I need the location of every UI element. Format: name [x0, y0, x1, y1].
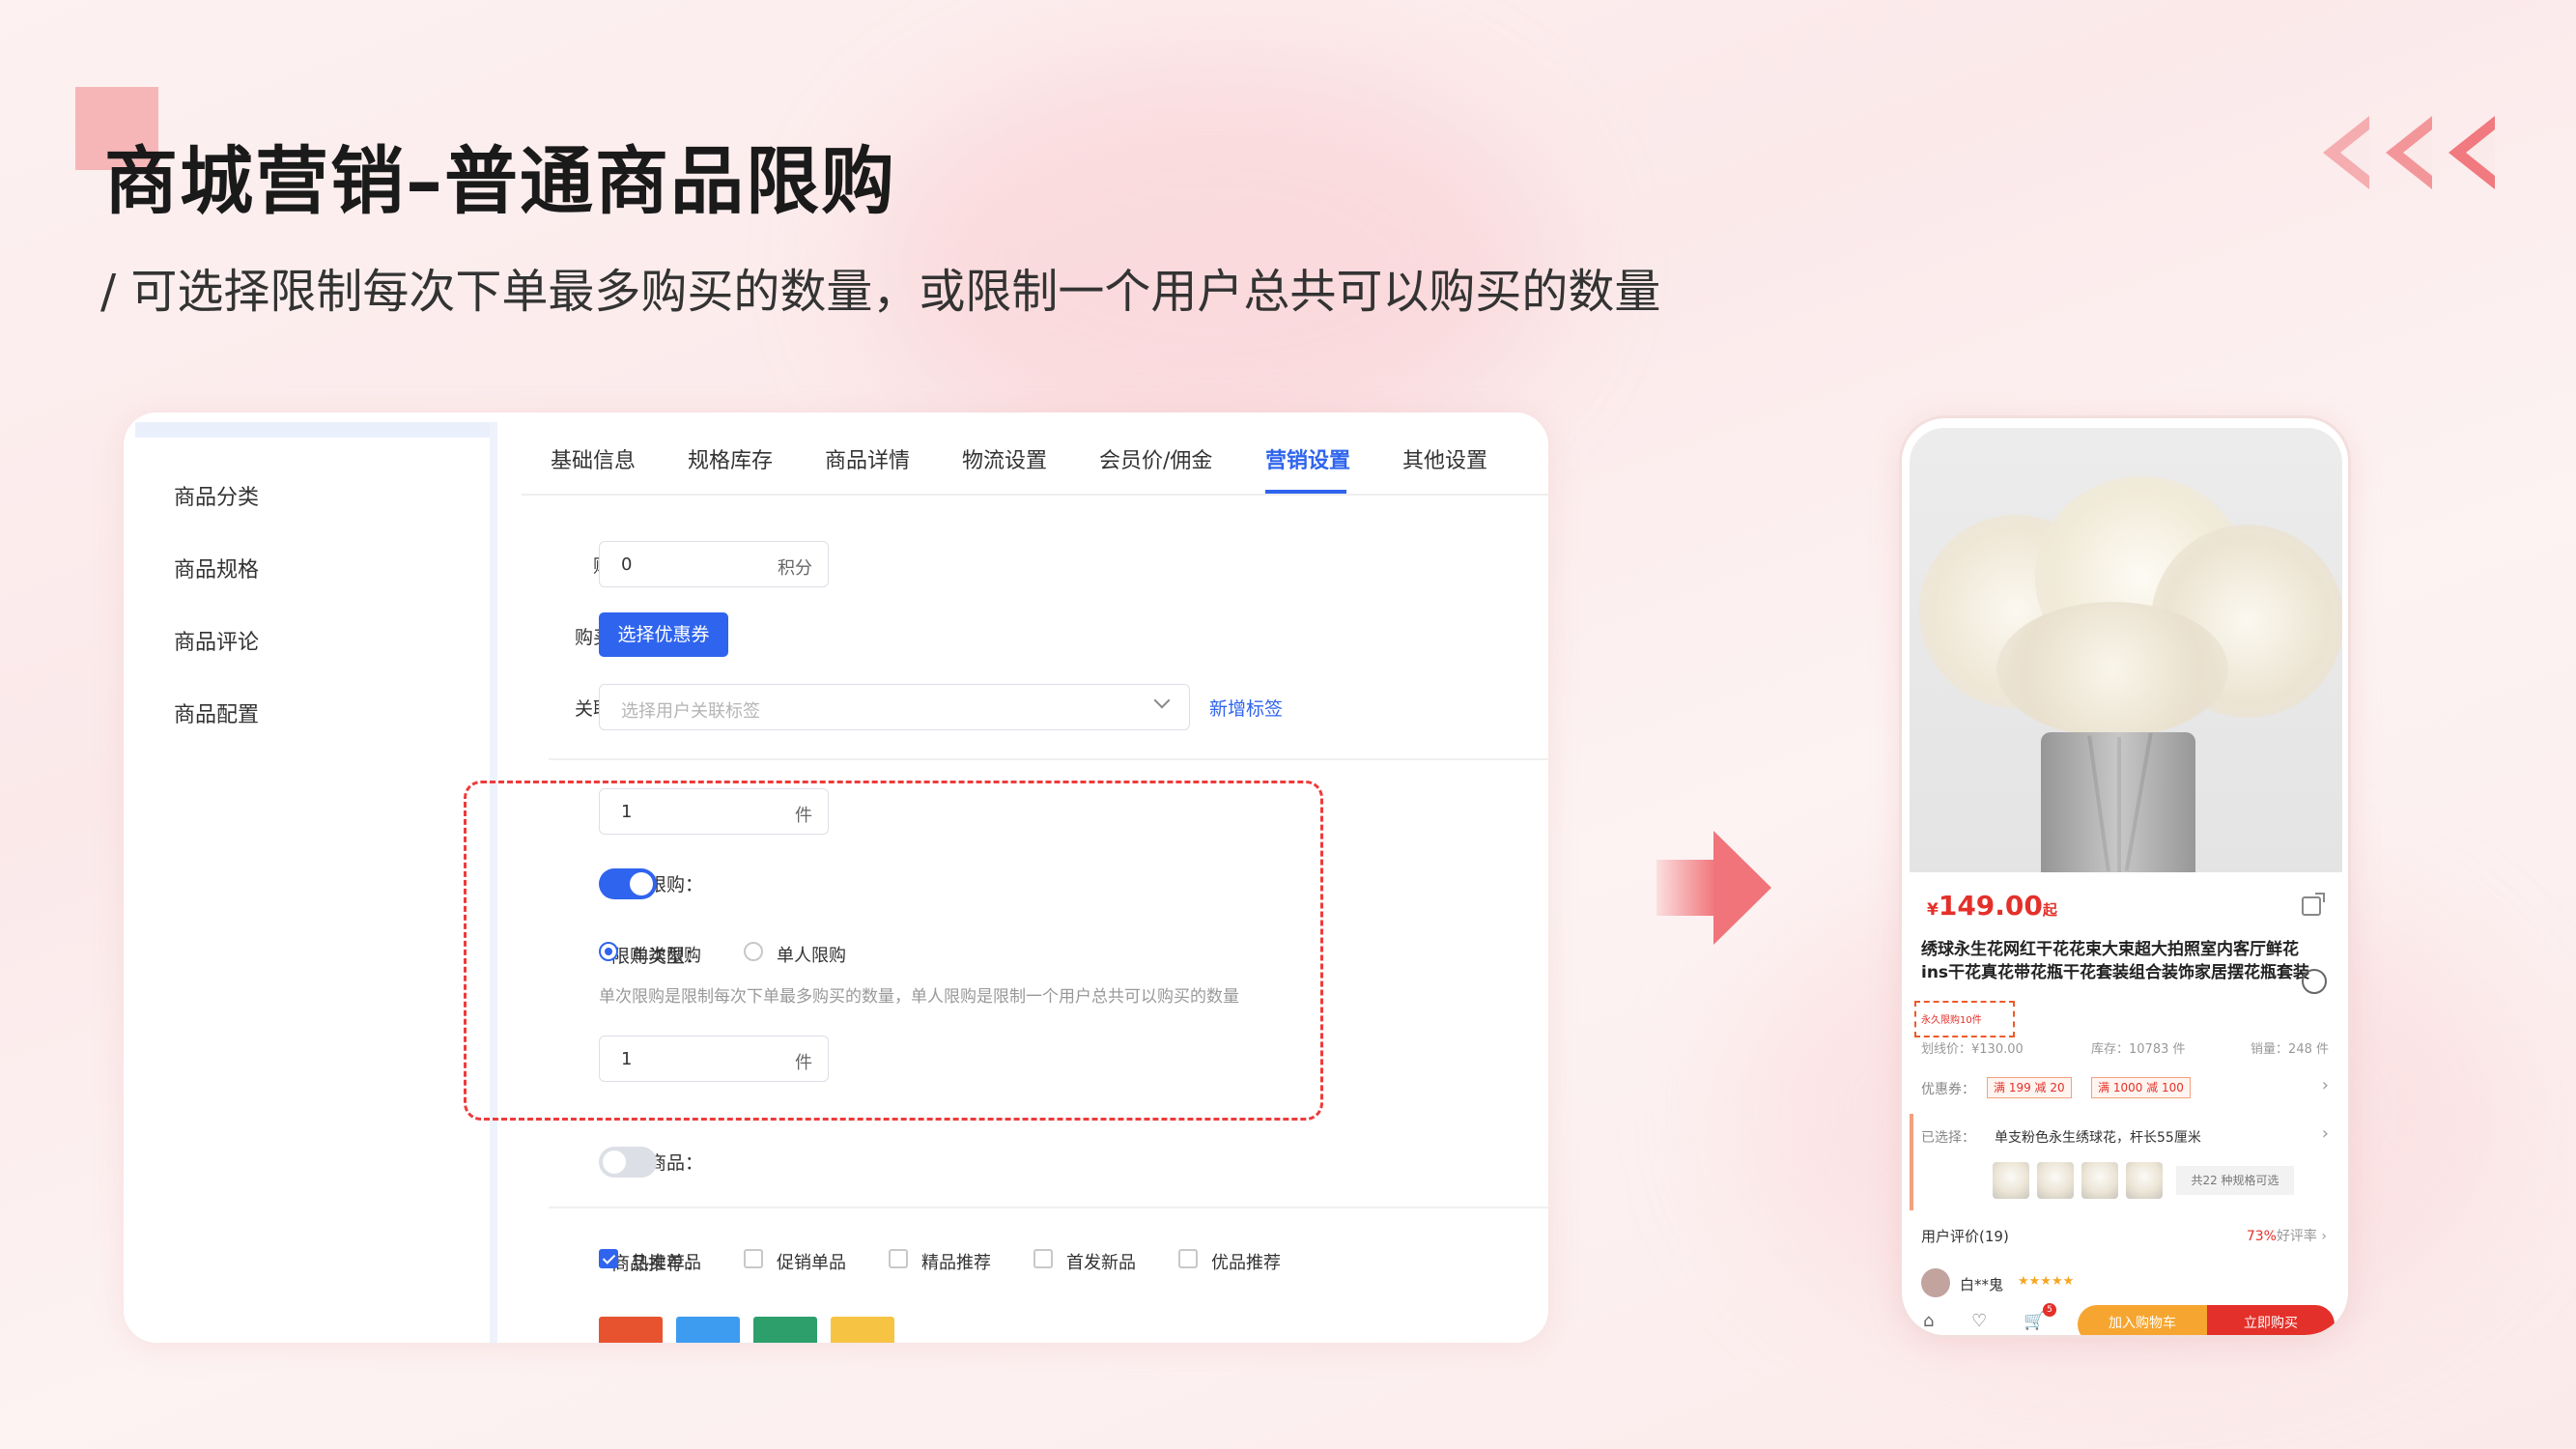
min-qty-value: 1: [621, 802, 633, 822]
original-price: 划线价：¥130.00: [1921, 1042, 2024, 1057]
option-hot-item[interactable]: 热卖单品: [632, 1249, 701, 1274]
share-icon[interactable]: [2302, 893, 2325, 916]
heart-icon[interactable]: ♡: [1971, 1311, 1987, 1331]
star-rating: ★★★★★: [2018, 1274, 2075, 1289]
sidebar-item-config[interactable]: 商品配置: [135, 679, 490, 752]
checkbox-quality[interactable]: [1178, 1249, 1198, 1268]
buy-now-button[interactable]: 立即购买: [2207, 1305, 2335, 1335]
rating[interactable]: 73%好评率 ›: [2247, 1226, 2327, 1245]
chevron-down-icon: [1153, 692, 1171, 709]
tab-member-price[interactable]: 会员价/佣金: [1099, 443, 1212, 474]
cart-icon[interactable]: 🛒: [2024, 1311, 2045, 1331]
chevron-right-icon[interactable]: ›: [2322, 1075, 2329, 1095]
option-quality[interactable]: 优品推荐: [1211, 1249, 1281, 1274]
chevron-right-icon[interactable]: ›: [2322, 1123, 2329, 1144]
tab-spec-stock[interactable]: 规格库存: [688, 443, 773, 474]
coupon-row-label: 优惠券：: [1921, 1082, 1975, 1097]
tab-other[interactable]: 其他设置: [1402, 443, 1487, 474]
section-divider: [549, 758, 1548, 760]
selected-label: 已选择：: [1921, 1130, 1975, 1146]
checkbox-boutique[interactable]: [889, 1249, 908, 1268]
stock: 库存：10783 件: [2091, 1042, 2186, 1057]
sidebar-item-spec[interactable]: 商品规格: [135, 534, 490, 607]
chevron-left-icon: [2449, 116, 2495, 189]
limit-qty-input[interactable]: 1 件: [599, 1036, 829, 1082]
spec-thumbnail[interactable]: [2037, 1162, 2074, 1199]
min-qty-unit: 件: [795, 806, 812, 826]
tab-basic-info[interactable]: 基础信息: [551, 443, 636, 474]
activity-color-red[interactable]: [599, 1317, 663, 1343]
product-image: [1910, 428, 2342, 872]
activity-color-green[interactable]: [753, 1317, 817, 1343]
checkbox-hot-item[interactable]: [599, 1249, 618, 1268]
selected-accent-bar: [1910, 1114, 1913, 1210]
tab-bar: 基础信息 规格库存 商品详情 物流设置 会员价/佣金 营销设置 其他设置: [522, 412, 1548, 496]
add-to-cart-button[interactable]: 加入购物车: [2078, 1305, 2207, 1335]
user-tag-placeholder: 选择用户关联标签: [621, 701, 760, 722]
limit-qty-unit: 件: [795, 1053, 812, 1073]
selected-value: 单支粉色永生绣球花，杆长55厘米: [1995, 1130, 2201, 1146]
sidebar-top-bar: [135, 422, 490, 438]
tab-marketing[interactable]: 营销设置: [1265, 443, 1350, 474]
spec-count[interactable]: 共22 种规格可选: [2176, 1166, 2294, 1195]
active-tab-indicator: [1265, 490, 1346, 494]
presale-toggle[interactable]: [599, 1147, 657, 1178]
option-boutique[interactable]: 精品推荐: [921, 1249, 991, 1274]
coupon-chip[interactable]: 满 199 减 20: [1987, 1077, 2072, 1098]
limit-type-hint: 单次限购是限制每次下单最多购买的数量，单人限购是限制一个用户总共可以购买的数量: [599, 987, 1239, 1007]
product-price: ¥149.00起: [1927, 890, 2057, 922]
page-title: 商城营销–普通商品限购: [104, 138, 896, 224]
sidebar-item-review[interactable]: 商品评论: [135, 607, 490, 679]
arrow-right-bar: [1656, 860, 1716, 916]
spec-thumbnail[interactable]: [2126, 1162, 2163, 1199]
avatar: [1921, 1268, 1950, 1297]
select-coupon-button[interactable]: 选择优惠券: [599, 612, 728, 657]
product-title: 绣球永生花网红干花花束大束超大拍照室内客厅鲜花ins干花真花带花瓶干花套装组合装…: [1921, 940, 2310, 982]
radio-single-user[interactable]: [744, 942, 763, 961]
sidebar: 商品分类 商品规格 商品评论 商品配置: [135, 422, 497, 1343]
add-tag-link[interactable]: 新增标签: [1209, 695, 1283, 721]
spec-thumbnail[interactable]: [2081, 1162, 2118, 1199]
review-label[interactable]: 用户评价(19): [1921, 1226, 2009, 1246]
limit-qty-value: 1: [621, 1049, 633, 1069]
sidebar-item-category[interactable]: 商品分类: [135, 462, 490, 534]
admin-panel: 商品分类 商品规格 商品评论 商品配置 基础信息 规格库存 商品详情 物流设置 …: [124, 412, 1548, 1343]
option-new-release[interactable]: 首发新品: [1066, 1249, 1136, 1274]
coupon-chip[interactable]: 满 1000 减 100: [2091, 1077, 2191, 1098]
sales: 销量：248 件: [2250, 1042, 2329, 1057]
spec-thumbnail[interactable]: [1993, 1162, 2029, 1199]
option-single-user[interactable]: 单人限购: [777, 942, 846, 967]
checkbox-new-release[interactable]: [1033, 1249, 1053, 1268]
phone-mockup: ¥149.00起 绣球永生花网红干花花束大束超大拍照室内客厅鲜花ins干花真花带…: [1899, 415, 2351, 1338]
cart-badge: 5: [2043, 1303, 2056, 1317]
vase: [2041, 732, 2195, 872]
checkbox-promo-item[interactable]: [744, 1249, 763, 1268]
page-subtitle: / 可选择限制每次下单最多购买的数量，或限制一个用户总共可以购买的数量: [100, 265, 1661, 319]
points-input[interactable]: 0 积分: [599, 541, 829, 587]
activity-color-blue[interactable]: [676, 1317, 740, 1343]
tab-logistics[interactable]: 物流设置: [962, 443, 1047, 474]
min-qty-input[interactable]: 1 件: [599, 788, 829, 835]
chevron-left-icon: [2386, 116, 2432, 189]
user-tag-select[interactable]: 选择用户关联标签: [599, 684, 1190, 730]
limit-tag-highlight: [1914, 1001, 2015, 1037]
option-promo-item[interactable]: 促销单品: [777, 1249, 846, 1274]
points-value: 0: [621, 554, 633, 575]
limit-enabled-toggle[interactable]: [599, 868, 657, 899]
arrow-right-icon: [1713, 831, 1771, 945]
headset-icon[interactable]: [2302, 969, 2327, 994]
tab-product-detail[interactable]: 商品详情: [825, 443, 910, 474]
chevron-left-icon: [2323, 116, 2369, 189]
activity-color-yellow[interactable]: [831, 1317, 894, 1343]
reviewer-name: 白**鬼: [1960, 1276, 2004, 1293]
home-icon[interactable]: ⌂: [1923, 1311, 1934, 1331]
points-unit: 积分: [778, 558, 812, 579]
section-divider: [549, 1207, 1548, 1208]
option-single-order[interactable]: 单次限购: [632, 942, 701, 967]
radio-single-order[interactable]: [599, 942, 618, 961]
